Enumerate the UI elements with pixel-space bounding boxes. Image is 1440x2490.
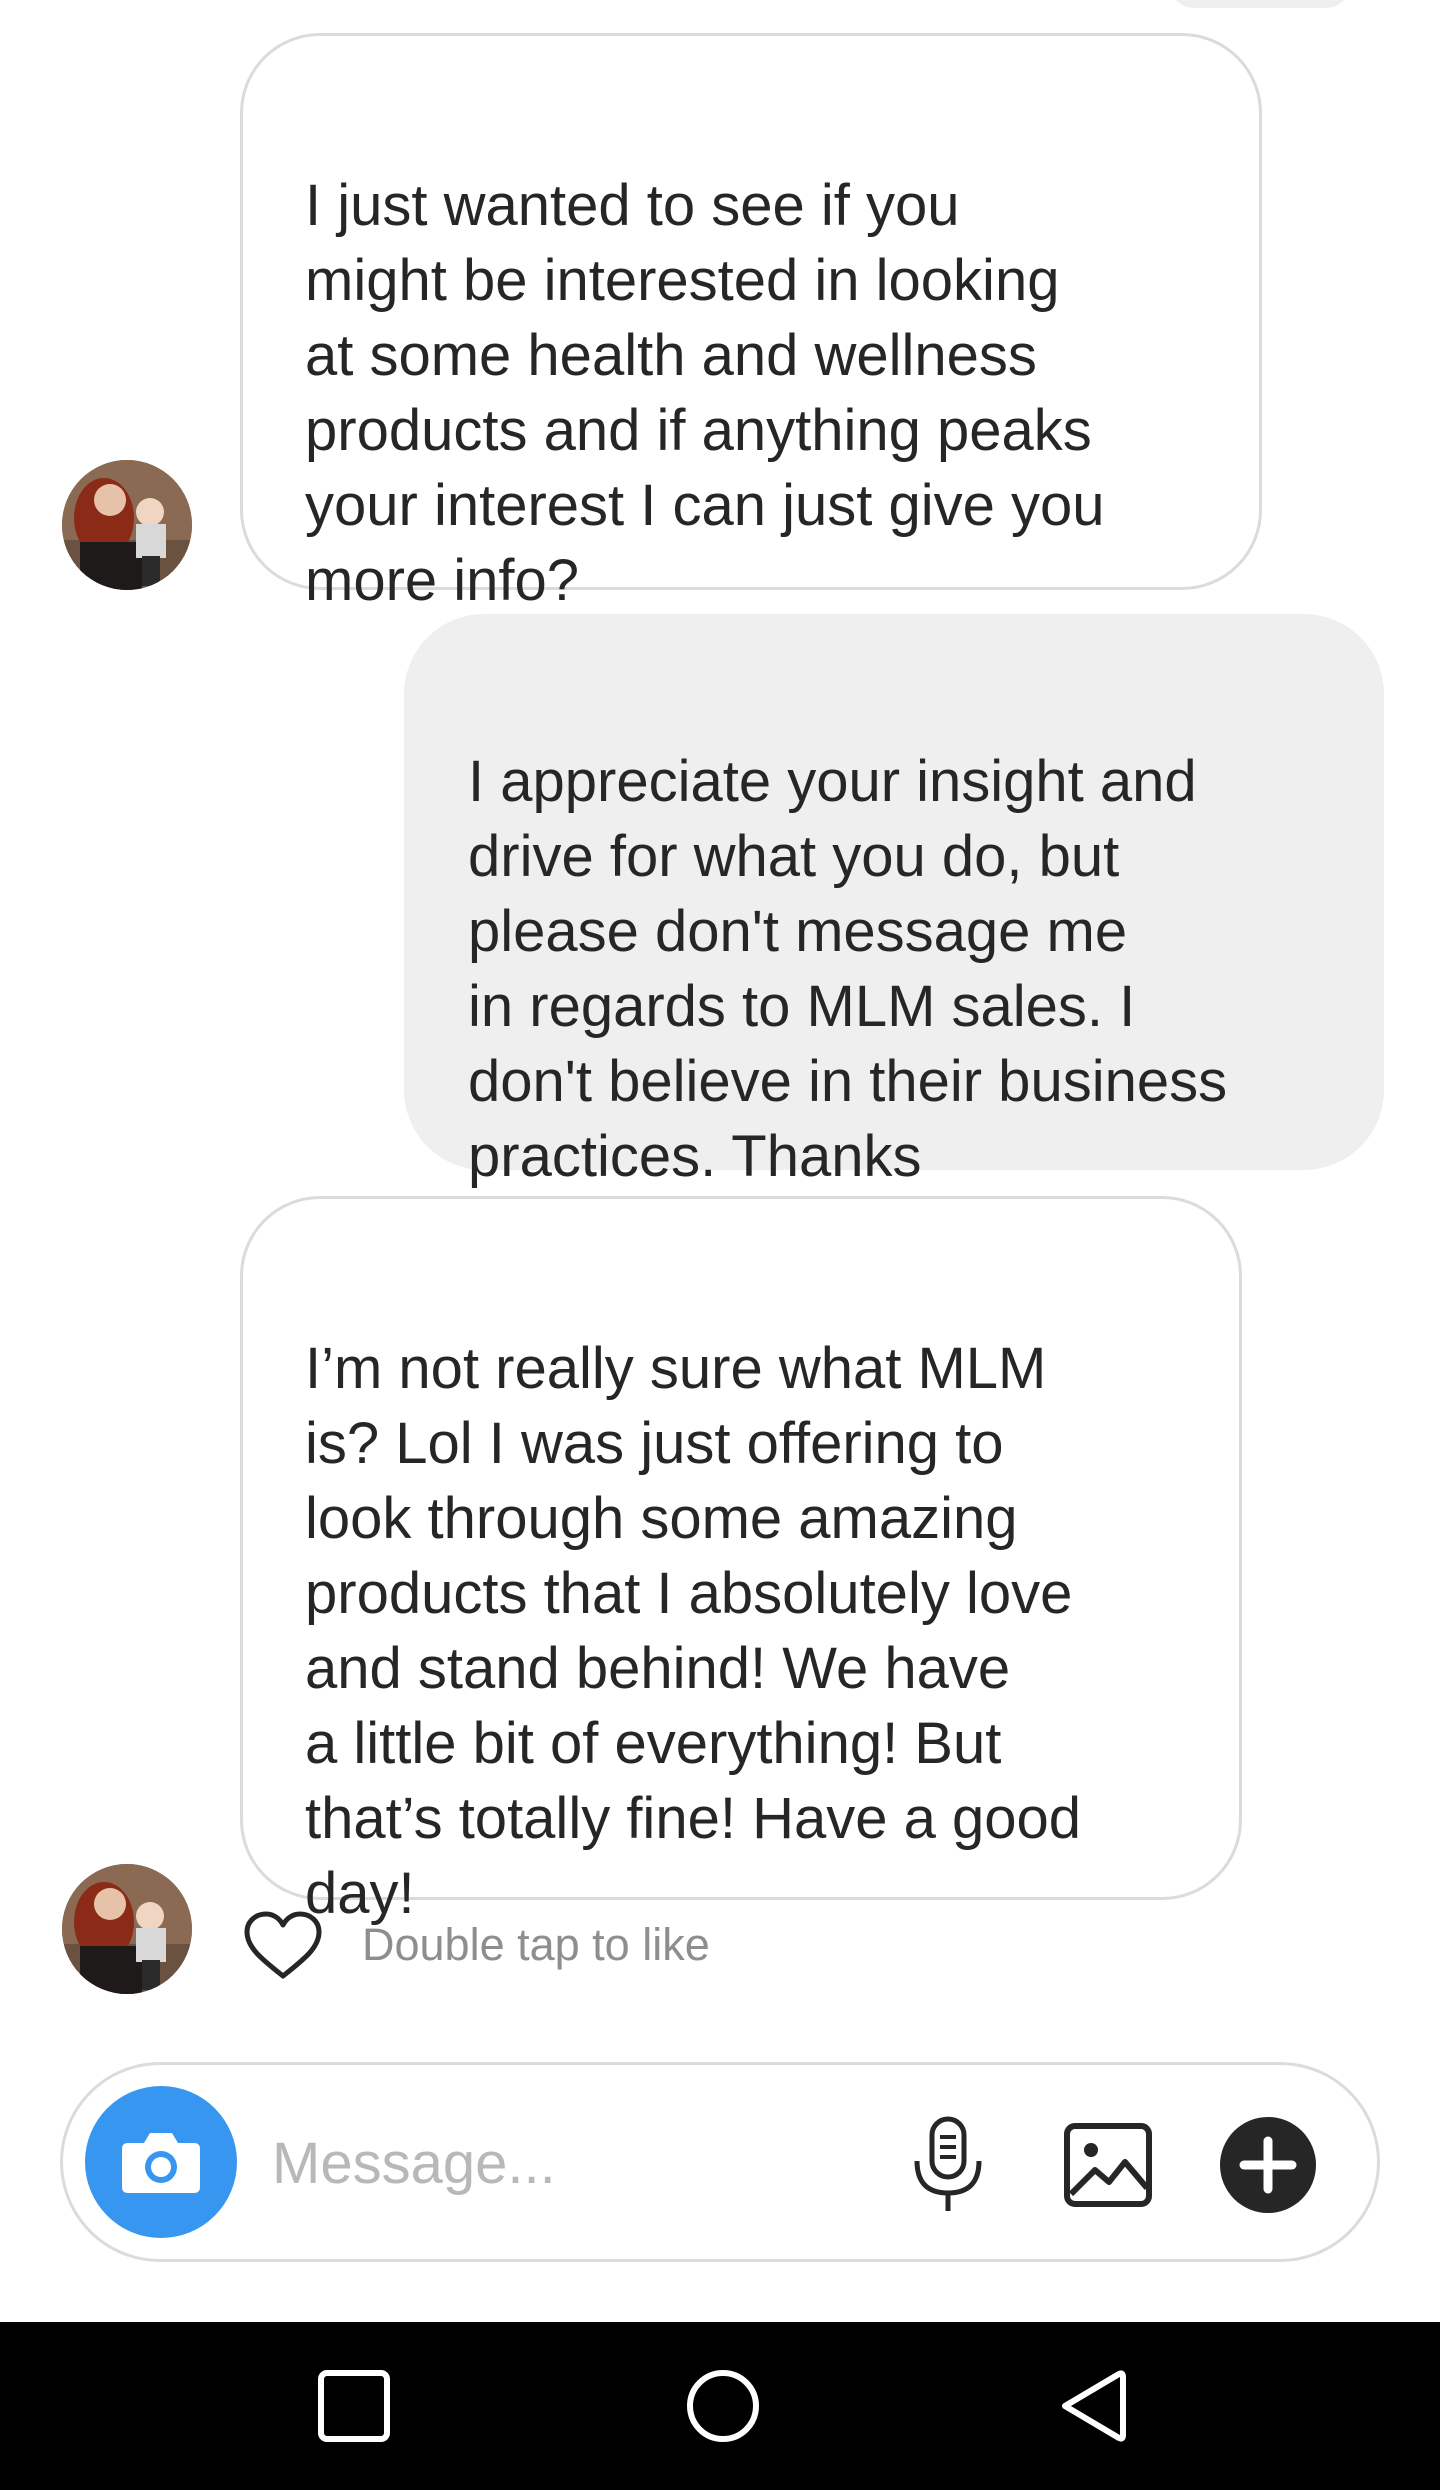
message-text: I’m not really sure what MLM is? Lol I w… [305,1336,1081,1926]
recents-icon [318,2370,390,2442]
back-icon [1062,2370,1126,2442]
camera-icon [122,2133,200,2193]
microphone-button[interactable] [893,2110,1003,2220]
back-button[interactable] [1043,2356,1143,2456]
system-navigation-bar [0,2322,1440,2490]
avatar-photo [62,460,192,590]
double-tap-hint: Double tap to like [362,1919,710,1970]
incoming-message[interactable]: I’m not really sure what MLM is? Lol I w… [240,1196,1242,1926]
plus-icon [1220,2117,1316,2213]
sender-avatar[interactable] [62,1864,192,1994]
message-text: I appreciate your insight and drive for … [468,749,1228,1189]
recents-button[interactable] [304,2356,404,2456]
home-button[interactable] [673,2356,773,2456]
avatar-photo [62,1864,192,1994]
microphone-icon [914,2116,982,2211]
message-text: I just wanted to see if you might be int… [305,173,1105,613]
sender-avatar[interactable] [62,460,192,590]
gallery-button[interactable] [1053,2110,1163,2220]
dm-thread-screen: I just wanted to see if you might be int… [0,0,1440,2490]
previous-message-bubble[interactable] [1170,0,1350,8]
outgoing-message[interactable]: I appreciate your insight and drive for … [404,614,1384,1189]
gallery-icon [1064,2123,1152,2207]
camera-button[interactable] [85,2086,237,2238]
more-options-button[interactable] [1213,2110,1323,2220]
message-input[interactable] [270,2105,914,2222]
incoming-message[interactable]: I just wanted to see if you might be int… [240,33,1262,613]
message-composer [60,2062,1380,2262]
home-icon [687,2370,759,2442]
like-row: Double tap to like [240,1905,710,1985]
heart-icon[interactable] [240,1905,326,1985]
